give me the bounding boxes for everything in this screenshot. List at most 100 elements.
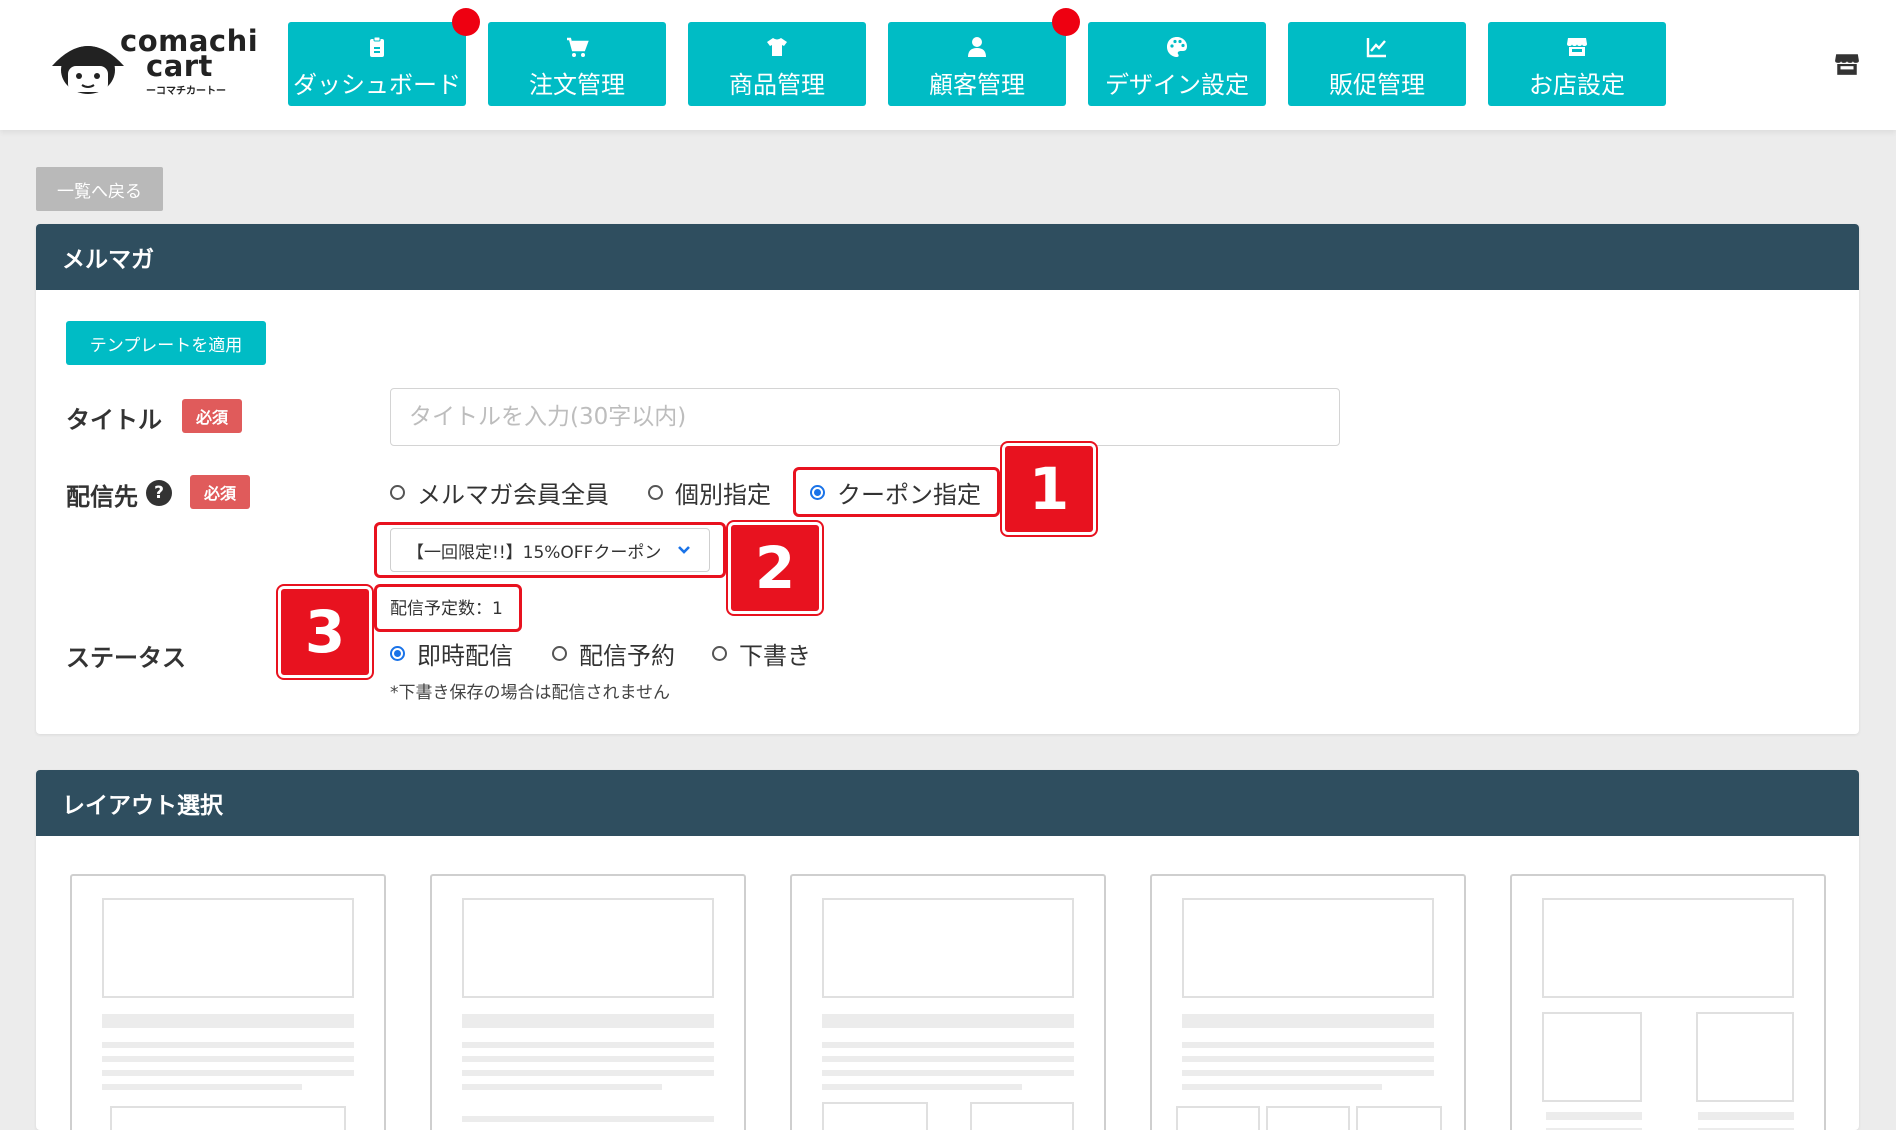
help-icon[interactable]: ? xyxy=(146,480,172,506)
top-header: comachi cart ーコマチカートー ダッシュボード 注文管理 商品管理 … xyxy=(0,0,1896,130)
radio-send-now[interactable]: 即時配信 xyxy=(390,636,513,671)
nav-label: お店設定 xyxy=(1529,70,1625,99)
nav-label: 注文管理 xyxy=(529,70,625,99)
thumb-bar xyxy=(1182,1014,1434,1028)
highlight-box-3 xyxy=(374,584,522,632)
nav-orders-button[interactable]: 注文管理 xyxy=(488,22,666,106)
thumb-block xyxy=(970,1102,1074,1130)
radio-scheduled[interactable]: 配信予約 xyxy=(552,636,675,671)
thumb-line xyxy=(1182,1056,1434,1062)
apply-template-button[interactable]: テンプレートを適用 xyxy=(66,321,266,365)
thumb-block xyxy=(110,1106,346,1130)
tshirt-icon xyxy=(767,37,787,56)
user-icon xyxy=(968,36,986,57)
store-icon xyxy=(1567,37,1587,56)
thumb-line xyxy=(102,1042,354,1048)
thumb-hero xyxy=(462,898,714,998)
layout-thumbnail-3[interactable] xyxy=(790,874,1106,1130)
back-to-list-button[interactable]: 一覧へ戻る xyxy=(36,167,163,211)
highlight-box-2 xyxy=(374,522,726,578)
thumb-line xyxy=(1182,1042,1434,1048)
annotation-badge-2: 2 xyxy=(728,522,822,614)
thumb-hero xyxy=(1542,898,1794,998)
title-label: タイトル xyxy=(66,406,162,434)
notification-dot xyxy=(452,8,480,36)
thumb-block xyxy=(822,1102,928,1130)
thumb-block xyxy=(1176,1106,1260,1130)
thumb-block xyxy=(1542,1012,1642,1102)
logo-text-cart: cart xyxy=(146,49,213,83)
radio-circle xyxy=(390,485,405,500)
radio-circle xyxy=(552,646,567,661)
thumb-hero xyxy=(822,898,1074,998)
nav-products-button[interactable]: 商品管理 xyxy=(688,22,866,106)
layout-thumbnail-1[interactable] xyxy=(70,874,386,1130)
thumb-block xyxy=(1696,1012,1794,1102)
section-title-mailmag: メルマガ xyxy=(36,224,1859,290)
thumb-line xyxy=(822,1084,1022,1090)
radio-all-members[interactable]: メルマガ会員全員 xyxy=(390,475,609,510)
radio-label: 配信予約 xyxy=(579,642,675,670)
radio-circle xyxy=(712,646,727,661)
cart-icon xyxy=(567,37,589,57)
radio-individual[interactable]: 個別指定 xyxy=(648,475,771,510)
nav-store-settings-button[interactable]: お店設定 xyxy=(1488,22,1666,106)
thumb-block xyxy=(1356,1106,1442,1130)
thumb-line xyxy=(462,1056,714,1062)
clipboard-icon xyxy=(370,36,384,57)
annotation-badge-1: 1 xyxy=(1002,443,1096,535)
radio-draft[interactable]: 下書き xyxy=(712,636,811,671)
thumb-bar xyxy=(462,1014,714,1028)
thumb-line xyxy=(102,1084,302,1090)
nav-customers-button[interactable]: 顧客管理 xyxy=(888,8,1080,106)
thumb-line xyxy=(102,1056,354,1062)
nav-label: デザイン設定 xyxy=(1105,70,1249,99)
thumb-hero xyxy=(102,898,354,998)
thumb-line xyxy=(462,1084,662,1090)
mascot-face-icon xyxy=(52,46,124,94)
highlight-box-1 xyxy=(793,467,1000,517)
thumb-bar xyxy=(102,1014,354,1028)
thumb-line xyxy=(822,1042,1074,1048)
palette-icon xyxy=(1167,36,1187,57)
radio-label: 個別指定 xyxy=(675,481,771,509)
comachi-cart-logo[interactable]: comachi cart ーコマチカートー xyxy=(48,22,258,102)
radio-label: メルマガ会員全員 xyxy=(417,481,609,509)
radio-circle xyxy=(648,485,663,500)
nav-label: 販促管理 xyxy=(1329,70,1425,99)
nav-promotion-button[interactable]: 販促管理 xyxy=(1288,22,1466,106)
radio-circle-checked xyxy=(390,646,405,661)
nav-label: 顧客管理 xyxy=(929,70,1025,99)
thumb-bar xyxy=(822,1014,1074,1028)
thumb-line xyxy=(822,1056,1074,1062)
nav-label: ダッシュボード xyxy=(293,70,461,99)
status-label: ステータス xyxy=(66,644,186,672)
layout-thumbnail-5[interactable] xyxy=(1510,874,1826,1130)
thumb-line xyxy=(462,1042,714,1048)
thumb-line xyxy=(1182,1070,1434,1076)
thumb-line xyxy=(462,1070,714,1076)
layout-thumbnail-2[interactable] xyxy=(430,874,746,1130)
thumb-line xyxy=(1182,1084,1382,1090)
layout-thumbnail-4[interactable] xyxy=(1150,874,1466,1130)
nav-design-button[interactable]: デザイン設定 xyxy=(1088,22,1266,106)
title-input[interactable] xyxy=(390,388,1340,446)
annotation-badge-3: 3 xyxy=(278,586,372,678)
radio-label: 即時配信 xyxy=(417,642,513,670)
thumb-line xyxy=(462,1116,714,1122)
section-title-layout: レイアウト選択 xyxy=(36,770,1859,836)
nav-label: 商品管理 xyxy=(729,70,825,99)
logo-subtext: ーコマチカートー xyxy=(146,86,226,97)
store-icon[interactable] xyxy=(1834,52,1860,76)
destination-label: 配信先 xyxy=(66,483,138,511)
thumb-line xyxy=(822,1070,1074,1076)
nav-dashboard-button[interactable]: ダッシュボード xyxy=(288,8,480,106)
radio-label: 下書き xyxy=(739,642,811,670)
thumb-block xyxy=(1266,1106,1350,1130)
chart-line-icon xyxy=(1366,37,1386,57)
thumb-hero xyxy=(1182,898,1434,998)
thumb-line xyxy=(102,1070,354,1076)
layout-card: レイアウト選択 xyxy=(36,770,1859,1130)
thumb-line xyxy=(1698,1112,1794,1120)
required-badge: 必須 xyxy=(190,475,250,509)
